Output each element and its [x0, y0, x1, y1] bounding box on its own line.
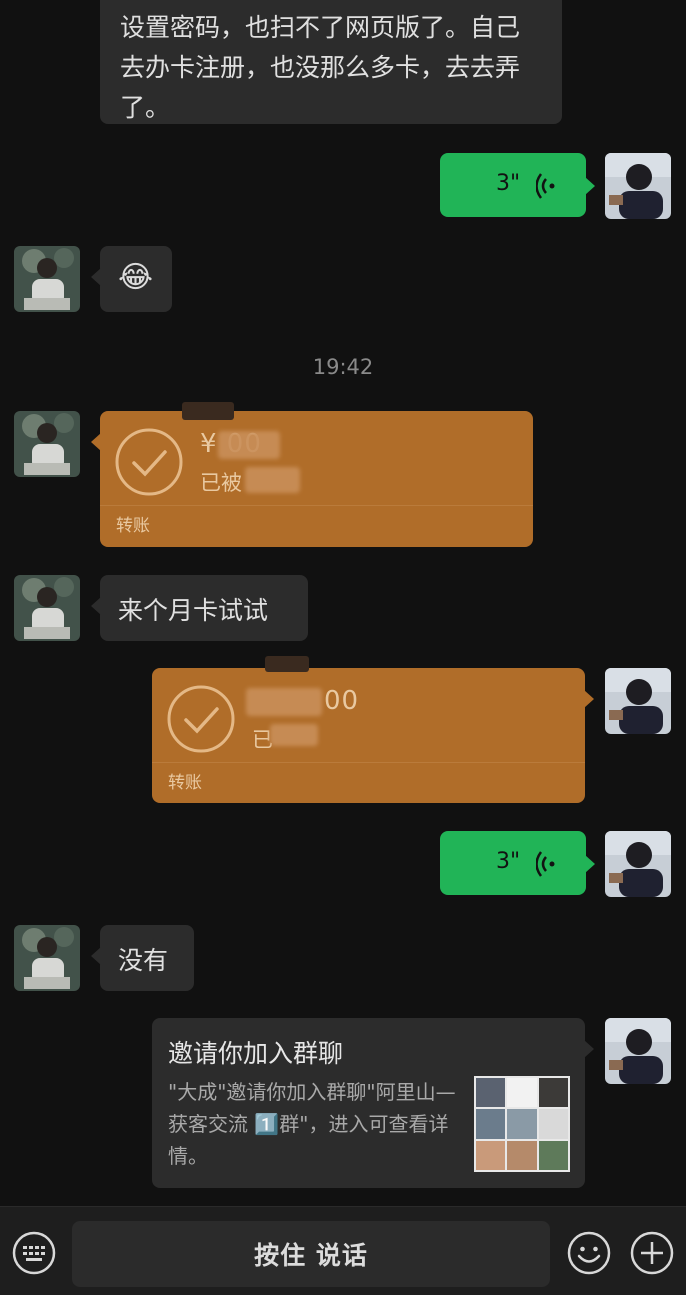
avatar-contact[interactable]: [14, 925, 80, 991]
timestamp: 19:42: [312, 355, 374, 379]
redaction: [270, 724, 318, 746]
message-text: 没有: [118, 946, 169, 975]
group-avatar-grid: [474, 1076, 570, 1172]
transfer-status: 已被: [200, 471, 242, 495]
chat-input-bar: 按住 说话: [0, 1206, 686, 1295]
group-invite-card[interactable]: 邀请你加入群聊 "大成"邀请你加入群聊"阿里山—获客交流 1️⃣群"，进入可查看…: [152, 1018, 594, 1188]
message-text: 设置密码，也扫不了网页版了。自己去办卡注册，也没那么多卡，去去弄了。: [120, 13, 521, 122]
tears-of-joy-emoji: 😂: [118, 260, 154, 295]
keyboard-icon[interactable]: [12, 1231, 56, 1275]
redaction: [182, 402, 234, 420]
avatar-self[interactable]: [605, 831, 671, 897]
voice-message-1[interactable]: 3": [440, 153, 595, 217]
redaction: [218, 431, 280, 459]
avatar-self[interactable]: [605, 668, 671, 734]
hold-to-talk-button[interactable]: 按住 说话: [72, 1221, 550, 1287]
voice-wave-icon: [536, 851, 555, 877]
check-circle-icon: [115, 428, 183, 496]
transfer-amount: 00: [324, 686, 360, 716]
redaction: [246, 688, 322, 716]
voice-duration: 3": [496, 171, 521, 196]
emoji-message[interactable]: 😂: [91, 246, 172, 312]
invite-body: "大成"邀请你加入群聊"阿里山—获客交流 1️⃣群"，进入可查看详情。: [168, 1080, 456, 1168]
transfer-type-label: 转账: [116, 516, 150, 536]
avatar-contact[interactable]: [14, 575, 80, 641]
redaction: [245, 467, 300, 493]
plus-icon[interactable]: [630, 1231, 674, 1275]
transfer-type-label: 转账: [168, 773, 202, 793]
avatar-contact[interactable]: [14, 246, 80, 312]
message-bubble-top[interactable]: 设置密码，也扫不了网页版了。自己去办卡注册，也没那么多卡，去去弄了。: [100, 0, 562, 124]
voice-message-2[interactable]: 3": [440, 831, 595, 895]
check-circle-icon: [167, 685, 235, 753]
text-message-3[interactable]: 没有: [91, 925, 194, 991]
emoji-icon[interactable]: [567, 1231, 611, 1275]
avatar-self[interactable]: [605, 153, 671, 219]
text-message-2[interactable]: 来个月卡试试: [91, 575, 308, 641]
invite-title: 邀请你加入群聊: [168, 1039, 344, 1068]
voice-duration: 3": [496, 849, 521, 874]
avatar-self[interactable]: [605, 1018, 671, 1084]
message-text: 来个月卡试试: [118, 596, 269, 625]
redaction: [265, 656, 309, 672]
transfer-card-2[interactable]: 00 已 转账: [152, 668, 594, 803]
voice-wave-icon: [536, 173, 555, 199]
avatar-contact[interactable]: [14, 411, 80, 477]
transfer-card-1[interactable]: ¥ 00 已被 转账: [91, 411, 533, 547]
